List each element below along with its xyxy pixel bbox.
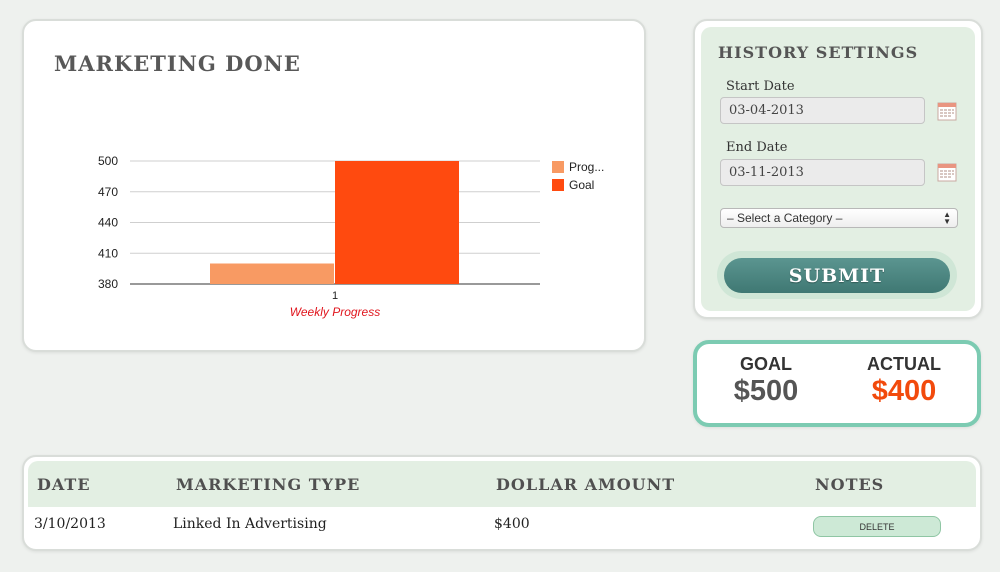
table-header: DATE MARKETING TYPE DOLLAR AMOUNT NOTES	[28, 461, 976, 507]
calendar-icon[interactable]	[937, 101, 957, 121]
end-date-label: End Date	[726, 140, 788, 155]
calendar-icon[interactable]	[937, 162, 957, 182]
column-header-date: DATE	[37, 475, 91, 494]
y-tick-label: 410	[98, 246, 118, 260]
bar-chart: 500 470 440 410 380 1 Weekly Progress Prog... Go…	[98, 154, 604, 319]
column-header-dollar-amount: DOLLAR AMOUNT	[496, 475, 676, 494]
goal-label: GOAL	[740, 354, 792, 374]
actual-label: ACTUAL	[867, 354, 941, 374]
start-date-input[interactable]	[720, 97, 925, 124]
start-date-label: Start Date	[726, 79, 795, 94]
submit-button-frame: SUBMIT	[717, 251, 957, 299]
actual-column: ACTUAL $400	[839, 354, 969, 408]
column-header-notes: NOTES	[815, 475, 885, 494]
legend-label: Goal	[569, 178, 594, 192]
history-settings-panel: HISTORY SETTINGS Start Date End Date	[693, 19, 983, 319]
legend-swatch	[552, 179, 564, 191]
bar-prog	[210, 263, 334, 284]
category-select[interactable]: – Select a Category – ▲ ▼	[720, 208, 958, 228]
goal-value: $500	[733, 375, 799, 407]
actual-value: $400	[871, 375, 937, 407]
y-tick-label: 440	[98, 216, 118, 230]
legend-label: Prog...	[569, 160, 604, 174]
x-axis-label: Weekly Progress	[290, 305, 380, 319]
end-date-input[interactable]	[720, 159, 925, 186]
bar-goal	[335, 161, 459, 284]
y-tick-label: 380	[98, 277, 118, 291]
cell-date: 3/10/2013	[34, 516, 106, 532]
column-header-marketing-type: MARKETING TYPE	[176, 475, 361, 494]
history-settings-title: HISTORY SETTINGS	[718, 43, 919, 62]
goal-actual-summary: GOAL $500 ACTUAL $400	[693, 340, 981, 427]
history-settings-body: HISTORY SETTINGS Start Date End Date	[701, 27, 975, 311]
y-tick-label: 470	[98, 185, 118, 199]
goal-column: GOAL $500	[701, 354, 831, 408]
marketing-table: DATE MARKETING TYPE DOLLAR AMOUNT NOTES …	[22, 455, 982, 551]
category-select-value: – Select a Category –	[727, 211, 843, 225]
chart-card: MARKETING DONE 500 470 440 410 380 1 Weekly Pr…	[22, 19, 646, 352]
cell-dollar-amount: $400	[494, 516, 530, 532]
x-tick-label: 1	[332, 290, 338, 302]
cell-marketing-type: Linked In Advertising	[173, 516, 327, 532]
y-tick-label: 500	[98, 154, 118, 168]
delete-button[interactable]: DELETE	[813, 516, 941, 537]
select-arrows-icon: ▲ ▼	[943, 210, 951, 226]
submit-button[interactable]: SUBMIT	[724, 258, 950, 293]
legend-swatch	[552, 161, 564, 173]
